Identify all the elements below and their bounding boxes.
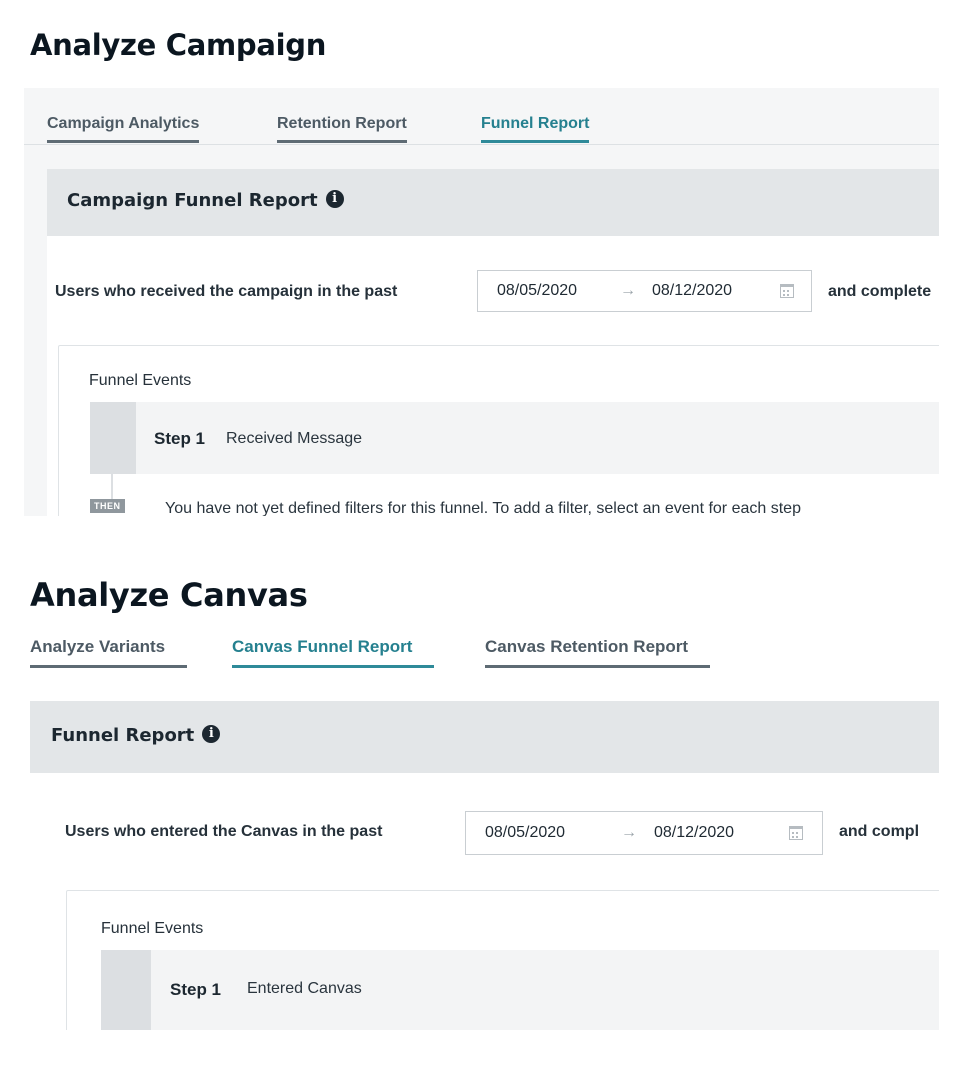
tab-label: Analyze Variants bbox=[30, 637, 166, 656]
date-start: 08/05/2020 bbox=[485, 824, 566, 841]
panel-header: Funnel Report i bbox=[30, 701, 939, 773]
panel-title: Campaign Funnel Report bbox=[67, 190, 318, 211]
campaign-analytics-card: Campaign Analytics Retention Report Funn… bbox=[24, 88, 939, 516]
then-badge: THEN bbox=[90, 499, 125, 513]
tab-underline bbox=[30, 665, 188, 668]
tab-underline bbox=[277, 140, 407, 143]
step-drag-handle[interactable] bbox=[101, 950, 151, 1030]
page-title-canvas: Analyze Canvas bbox=[30, 576, 308, 614]
panel-body: Users who received the campaign in the p… bbox=[47, 236, 939, 516]
panel-title-row: Campaign Funnel Report i bbox=[67, 190, 344, 211]
tabs-divider bbox=[24, 144, 939, 145]
tab-funnel-report[interactable]: Funnel Report bbox=[481, 115, 590, 143]
step-event: Entered Canvas bbox=[247, 980, 362, 997]
tab-underline bbox=[47, 140, 200, 143]
step-drag-handle[interactable] bbox=[90, 402, 136, 474]
trailing-text: and compl bbox=[839, 823, 920, 840]
step-label: Step 1 bbox=[154, 429, 206, 448]
date-start: 08/05/2020 bbox=[497, 282, 578, 299]
date-end: 08/12/2020 bbox=[654, 824, 735, 841]
funnel-step-row[interactable]: Step 1 Entered Canvas bbox=[101, 950, 939, 1030]
funnel-step-row[interactable]: Step 1 Received Message bbox=[90, 402, 939, 474]
panel-title: Funnel Report bbox=[51, 725, 195, 746]
tab-campaign-analytics[interactable]: Campaign Analytics bbox=[47, 115, 200, 143]
filter-label: Users who entered the Canvas in the past bbox=[65, 823, 383, 840]
tab-underline bbox=[485, 665, 711, 668]
funnel-events-box: Funnel Events Step 1 Entered Canvas bbox=[66, 890, 939, 1030]
step-event: Received Message bbox=[226, 430, 363, 447]
tab-retention-report[interactable]: Retention Report bbox=[277, 115, 407, 143]
tab-underline bbox=[232, 665, 435, 668]
info-circle-icon[interactable]: i bbox=[202, 725, 221, 743]
date-range-picker[interactable]: 08/05/2020 → 08/12/2020 bbox=[477, 270, 812, 312]
funnel-events-label: Funnel Events bbox=[101, 920, 204, 937]
page-title-campaign: Analyze Campaign bbox=[30, 28, 327, 62]
panel-header: Campaign Funnel Report i bbox=[47, 169, 939, 236]
step-label: Step 1 bbox=[170, 980, 222, 999]
then-empty-state-text: You have not yet defined filters for thi… bbox=[165, 500, 801, 516]
funnel-events-label: Funnel Events bbox=[89, 372, 192, 389]
calendar-icon[interactable] bbox=[789, 826, 803, 840]
panel-title-row: Funnel Report i bbox=[51, 725, 221, 746]
date-range-picker[interactable]: 08/05/2020 → 08/12/2020 bbox=[465, 811, 823, 855]
tab-underline bbox=[481, 140, 590, 143]
panel-body: Users who entered the Canvas in the past… bbox=[30, 773, 939, 1030]
funnel-events-box: Funnel Events Step 1 Received Message TH… bbox=[58, 345, 939, 516]
tab-label: Retention Report bbox=[277, 115, 407, 132]
tab-canvas-funnel-report[interactable]: Canvas Funnel Report bbox=[232, 637, 435, 668]
tab-label: Canvas Funnel Report bbox=[232, 637, 413, 656]
tab-label: Canvas Retention Report bbox=[485, 637, 689, 656]
info-circle-icon[interactable]: i bbox=[325, 190, 344, 208]
date-end: 08/12/2020 bbox=[652, 282, 733, 299]
tab-canvas-retention-report[interactable]: Canvas Retention Report bbox=[485, 637, 711, 668]
trailing-text: and complete bbox=[828, 283, 932, 300]
canvas-analytics-area: Analyze Variants Canvas Funnel Report Ca… bbox=[30, 634, 939, 1030]
filter-label: Users who received the campaign in the p… bbox=[55, 283, 398, 300]
tab-analyze-variants[interactable]: Analyze Variants bbox=[30, 637, 188, 668]
step-connector bbox=[111, 474, 113, 500]
tab-label: Funnel Report bbox=[481, 115, 590, 132]
calendar-icon[interactable] bbox=[780, 284, 794, 298]
arrow-right-icon: → bbox=[620, 282, 636, 299]
arrow-right-icon: → bbox=[621, 824, 637, 841]
tab-label: Campaign Analytics bbox=[47, 115, 200, 132]
